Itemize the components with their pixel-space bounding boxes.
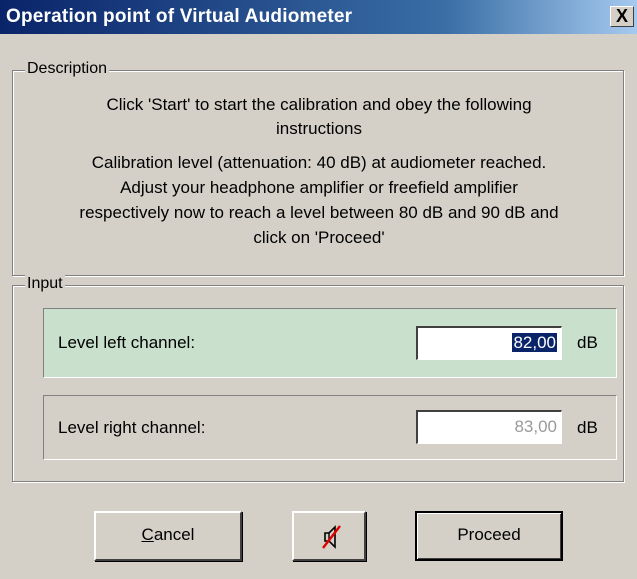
proceed-button[interactable]: Proceed — [415, 511, 563, 561]
input-group: Input Level left channel: 82,00 dB Level… — [12, 275, 624, 482]
description-line-3: Calibration level (attenuation: 40 dB) a… — [91, 153, 547, 172]
left-channel-input[interactable]: 82,00 — [416, 326, 562, 360]
right-channel-label: Level right channel: — [58, 418, 206, 437]
description-line-5: respectively now to reach a level betwee… — [79, 203, 559, 222]
description-legend: Description — [25, 60, 110, 78]
left-channel-value: 82,00 — [512, 333, 557, 352]
right-channel-input[interactable]: 83,00 — [416, 410, 562, 444]
close-button[interactable]: X — [610, 6, 634, 27]
right-channel-value: 83,00 — [514, 417, 557, 436]
description-group: Description Click 'Start' to start the c… — [12, 60, 624, 276]
title-bar: Operation point of Virtual Audiometer X — [0, 0, 637, 34]
left-channel-unit: dB — [577, 333, 598, 352]
cancel-mnemonic: C — [141, 525, 154, 544]
left-channel-row: Level left channel: 82,00 dB — [43, 308, 617, 378]
cancel-label: ancel — [153, 525, 195, 544]
description-line-1: Click 'Start' to start the calibration a… — [106, 95, 532, 114]
right-channel-row: Level right channel: 83,00 dB — [43, 395, 617, 460]
mute-button[interactable] — [292, 511, 366, 561]
left-channel-label: Level left channel: — [58, 333, 196, 352]
close-icon: X — [615, 6, 628, 26]
description-line-6: click on 'Proceed' — [253, 228, 385, 247]
window-title: Operation point of Virtual Audiometer — [6, 6, 353, 27]
input-legend: Input — [25, 275, 65, 293]
right-channel-unit: dB — [577, 418, 598, 437]
description-line-4: Adjust your headphone amplifier or freef… — [120, 178, 518, 197]
speaker-muted-icon — [322, 525, 341, 549]
cancel-button[interactable]: Cancel — [94, 511, 242, 561]
description-line-2: instructions — [276, 119, 362, 138]
